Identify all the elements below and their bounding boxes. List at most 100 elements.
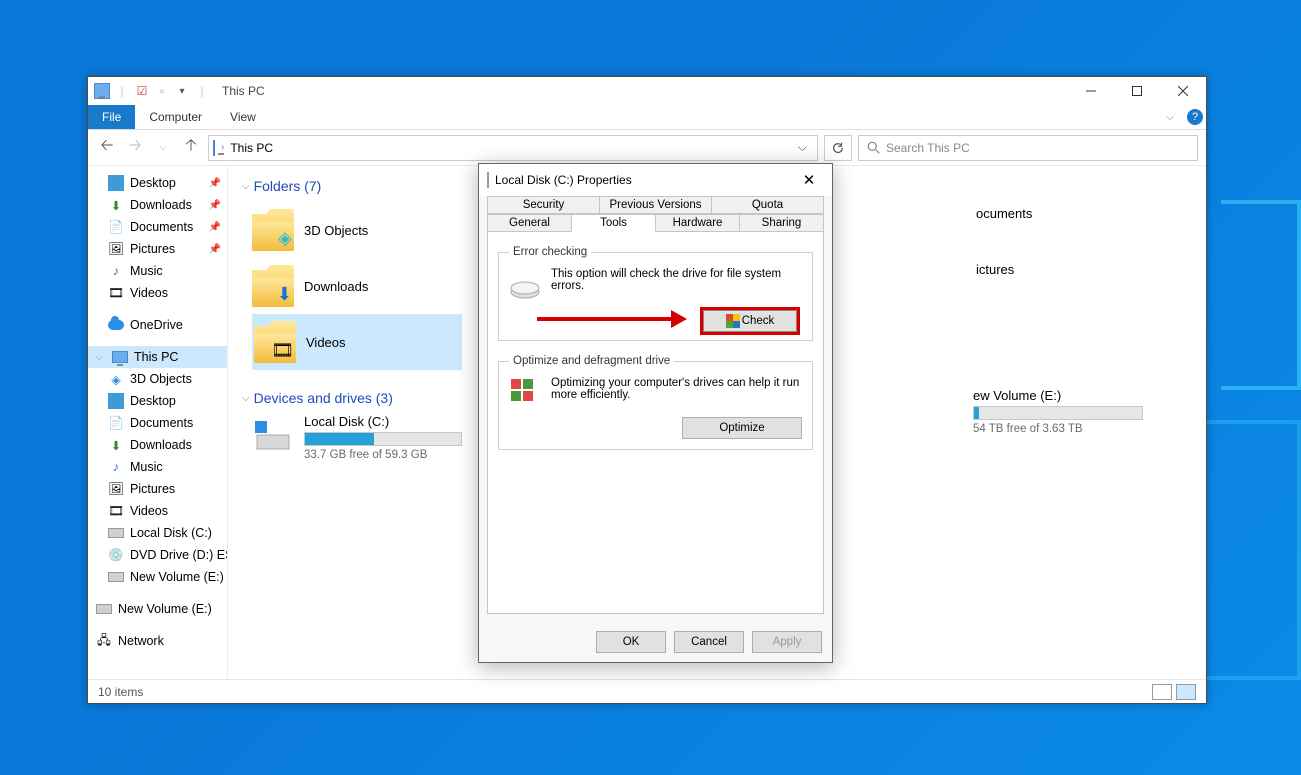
tab-security[interactable]: Security bbox=[487, 196, 600, 214]
nav-item-this-pc[interactable]: ⌵This PC bbox=[88, 346, 227, 368]
nav-item-videos2[interactable]: 🎞Videos bbox=[88, 500, 227, 522]
qat-newfolder-icon[interactable]: ▫ bbox=[154, 83, 170, 99]
tab-tools[interactable]: Tools bbox=[571, 214, 656, 232]
download-arrow-icon: ⬇ bbox=[277, 284, 292, 305]
dialog-title: Local Disk (C:) Properties bbox=[495, 173, 632, 187]
drive-icon bbox=[108, 569, 124, 585]
dialog-close-button[interactable]: ✕ bbox=[794, 171, 824, 189]
nav-item-dvddrive[interactable]: 💿DVD Drive (D:) ES bbox=[88, 544, 227, 566]
title-bar[interactable]: | ☑ ▫ ▾ | This PC bbox=[88, 77, 1206, 105]
ok-button[interactable]: OK bbox=[596, 631, 666, 653]
folder-pictures-label[interactable]: ictures bbox=[976, 262, 1014, 277]
app-icon bbox=[94, 83, 110, 99]
capacity-bar bbox=[304, 432, 462, 446]
ribbon-file-tab[interactable]: File bbox=[88, 105, 135, 129]
qat-customize-icon[interactable]: ▾ bbox=[174, 83, 190, 99]
pin-icon: 📌 bbox=[209, 200, 221, 211]
optimize-group: Optimize and defragment drive Optimizing… bbox=[498, 355, 813, 450]
cube-icon: ◈ bbox=[278, 228, 292, 249]
nav-item-localdisk[interactable]: Local Disk (C:) bbox=[88, 522, 227, 544]
collapse-icon[interactable]: ⌵ bbox=[242, 181, 250, 192]
error-checking-group: Error checking This option will check th… bbox=[498, 246, 813, 341]
nav-item-desktop2[interactable]: Desktop bbox=[88, 390, 227, 412]
tab-general[interactable]: General bbox=[487, 214, 572, 232]
ribbon-tab-view[interactable]: View bbox=[216, 105, 270, 129]
view-tiles-icon[interactable] bbox=[1176, 684, 1196, 700]
nav-item-documents2[interactable]: 📄Documents bbox=[88, 412, 227, 434]
nav-item-music2[interactable]: ♪Music bbox=[88, 456, 227, 478]
collapse-icon[interactable]: ⌵ bbox=[242, 393, 250, 404]
pin-icon: 📌 bbox=[209, 222, 221, 233]
address-bar[interactable]: › This PC ⌵ bbox=[208, 135, 818, 161]
navigation-pane[interactable]: Desktop📌 ⬇Downloads📌 📄Documents📌 🖼Pictur… bbox=[88, 166, 228, 679]
tab-quota[interactable]: Quota bbox=[711, 196, 824, 214]
drive-icon bbox=[108, 525, 124, 541]
nav-item-videos[interactable]: 🎞Videos bbox=[88, 282, 227, 304]
optimize-button[interactable]: Optimize bbox=[682, 417, 802, 439]
tab-previous-versions[interactable]: Previous Versions bbox=[599, 196, 712, 214]
nav-item-onedrive[interactable]: OneDrive bbox=[88, 314, 227, 336]
nav-forward-button[interactable]: 🡢 bbox=[124, 137, 146, 159]
nav-item-music[interactable]: ♪Music bbox=[88, 260, 227, 282]
drive-new-volume-e[interactable]: ew Volume (E:) 54 TB free of 3.63 TB bbox=[973, 388, 1206, 435]
nav-item-newvolume2[interactable]: New Volume (E:) bbox=[88, 598, 227, 620]
search-icon bbox=[867, 141, 880, 154]
view-details-icon[interactable] bbox=[1152, 684, 1172, 700]
nav-item-pictures[interactable]: 🖼Pictures📌 bbox=[88, 238, 227, 260]
optimize-legend: Optimize and defragment drive bbox=[509, 355, 674, 367]
nav-item-documents[interactable]: 📄Documents📌 bbox=[88, 216, 227, 238]
dialog-title-bar[interactable]: Local Disk (C:) Properties ✕ bbox=[479, 164, 832, 196]
status-text: 10 items bbox=[98, 685, 143, 699]
nav-item-downloads[interactable]: ⬇Downloads📌 bbox=[88, 194, 227, 216]
nav-item-desktop[interactable]: Desktop📌 bbox=[88, 172, 227, 194]
folder-videos[interactable]: 🎞Videos bbox=[252, 314, 462, 370]
pictures-icon: 🖼 bbox=[108, 241, 124, 257]
nav-item-3dobjects[interactable]: ◈3D Objects bbox=[88, 368, 227, 390]
folder-downloads[interactable]: ⬇Downloads bbox=[252, 258, 452, 314]
disc-icon: 💿 bbox=[108, 547, 124, 563]
nav-item-newvolume[interactable]: New Volume (E:) bbox=[88, 566, 227, 588]
address-dropdown-icon[interactable]: ⌵ bbox=[792, 140, 813, 155]
qat-properties-icon[interactable]: ☑ bbox=[134, 83, 150, 99]
address-location[interactable]: This PC bbox=[230, 141, 273, 155]
maximize-button[interactable] bbox=[1114, 77, 1160, 105]
ribbon-collapse-icon[interactable]: ⌵ bbox=[1166, 112, 1174, 123]
nav-item-network[interactable]: 🖧Network bbox=[88, 630, 227, 652]
search-box[interactable]: Search This PC bbox=[858, 135, 1198, 161]
qat-separator2: | bbox=[194, 83, 210, 99]
qat-separator: | bbox=[114, 83, 130, 99]
address-icon bbox=[213, 141, 215, 155]
nav-item-downloads2[interactable]: ⬇Downloads bbox=[88, 434, 227, 456]
videos-icon: 🎞 bbox=[108, 503, 124, 519]
close-button[interactable] bbox=[1160, 77, 1206, 105]
downloads-icon: ⬇ bbox=[108, 197, 124, 213]
annotation-arrow: Check bbox=[509, 308, 802, 330]
breadcrumb-chevron-icon[interactable]: › bbox=[221, 142, 224, 153]
folder-documents-label[interactable]: ocuments bbox=[976, 206, 1032, 221]
refresh-button[interactable] bbox=[824, 135, 852, 161]
tab-sharing[interactable]: Sharing bbox=[739, 214, 824, 232]
nav-up-button[interactable]: 🡡 bbox=[180, 137, 202, 159]
minimize-button[interactable] bbox=[1068, 77, 1114, 105]
folder-3dobjects[interactable]: ◈3D Objects bbox=[252, 202, 452, 258]
nav-recent-icon[interactable]: ⌵ bbox=[152, 137, 174, 159]
tab-hardware[interactable]: Hardware bbox=[655, 214, 740, 232]
drive-local-c[interactable]: Local Disk (C:) 33.7 GB free of 59.3 GB bbox=[252, 414, 462, 461]
nav-item-pictures2[interactable]: 🖼Pictures bbox=[88, 478, 227, 500]
cancel-button[interactable]: Cancel bbox=[674, 631, 744, 653]
error-checking-legend: Error checking bbox=[509, 246, 591, 258]
drive-icon bbox=[487, 173, 489, 187]
ribbon: File Computer View ⌵ ? bbox=[88, 105, 1206, 130]
pictures-icon: 🖼 bbox=[108, 481, 124, 497]
check-button[interactable]: Check bbox=[703, 310, 797, 332]
apply-button[interactable]: Apply bbox=[752, 631, 822, 653]
help-icon[interactable]: ? bbox=[1187, 109, 1203, 125]
nav-back-button[interactable]: 🡠 bbox=[96, 137, 118, 159]
music-icon: ♪ bbox=[108, 263, 124, 279]
search-placeholder: Search This PC bbox=[886, 141, 970, 155]
ribbon-tab-computer[interactable]: Computer bbox=[135, 105, 216, 129]
dialog-footer: OK Cancel Apply bbox=[479, 622, 832, 662]
downloads-icon: ⬇ bbox=[108, 437, 124, 453]
expand-icon[interactable]: ⌵ bbox=[96, 352, 106, 363]
defrag-icon bbox=[509, 377, 541, 409]
